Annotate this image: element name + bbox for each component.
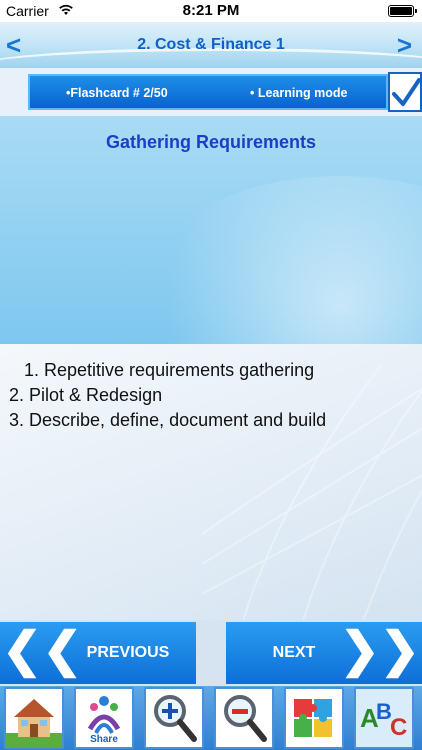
flashcard-counter: •Flashcard # 2/50 [66,86,168,100]
answer-list: 1. Repetitive requirements gathering 2. … [0,358,422,433]
answer-item-1: 1. Repetitive requirements gathering [24,360,315,380]
zoom-in-icon [154,695,197,742]
double-chevron-right-icon: ❯❯ [339,624,420,677]
zoom-out-icon [224,695,267,742]
status-bar: Carrier 8:21 PM [0,0,422,22]
answer-item-3: 3. Describe, define, document and build [9,410,327,430]
home-button[interactable] [4,687,64,749]
checkmark-icon [392,78,421,106]
question-panel[interactable]: Gathering Requirements [0,116,422,344]
share-button[interactable]: Share [74,687,134,749]
puzzle-icon [294,699,332,737]
previous-label: PREVIOUS [86,644,170,661]
learning-mode-checkbox[interactable] [388,72,422,112]
zoom-out-button[interactable] [214,687,274,749]
learning-mode-label: • Learning mode [250,86,348,100]
bottom-toolbar: Share A B C [0,686,422,750]
svg-text:C: C [390,714,407,741]
forward-chevron-icon[interactable]: > [397,30,412,61]
question-text: Gathering Requirements [105,132,317,152]
answer-panel[interactable]: 1. Repetitive requirements gathering 2. … [0,344,422,620]
flashcard-info-bar: •Flashcard # 2/50 • Learning mode [28,74,388,110]
abc-button[interactable]: A B C [354,687,414,749]
share-label: Share [90,734,118,745]
page-title: 2. Cost & Finance 1 [137,36,285,53]
panel-glow [130,176,422,344]
next-button[interactable]: NEXT ❯❯ [226,622,422,684]
answer-item-2: 2. Pilot & Redesign [9,385,163,405]
abc-icon: A B C [356,689,412,747]
previous-button[interactable]: ❮❮ PREVIOUS [0,622,196,684]
navigation-buttons: ❮❮ PREVIOUS NEXT ❯❯ [0,620,422,686]
nav-header: < 2. Cost & Finance 1 > [0,22,422,68]
home-icon [6,699,62,747]
puzzle-button[interactable] [284,687,344,749]
status-time: 8:21 PM [182,2,240,19]
zoom-in-button[interactable] [144,687,204,749]
battery-icon [388,5,417,17]
